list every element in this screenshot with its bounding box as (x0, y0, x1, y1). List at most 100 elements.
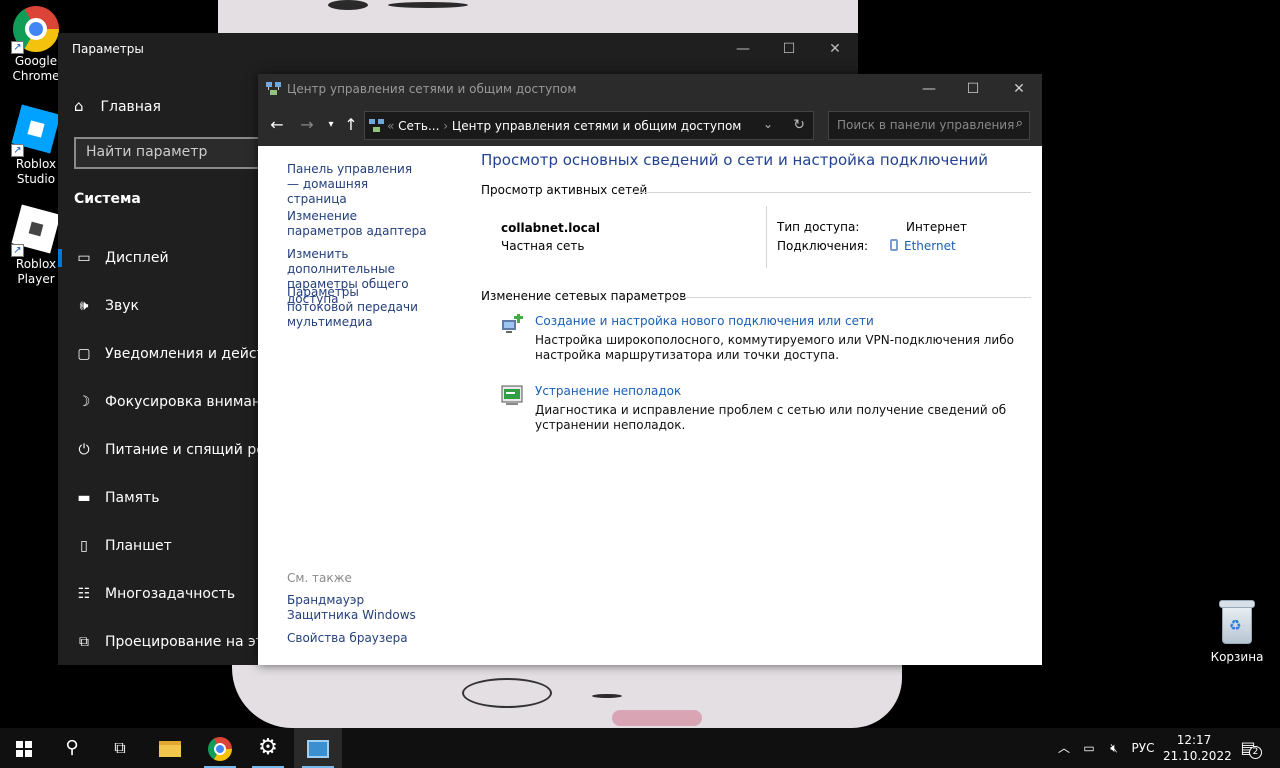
control-panel-search-input[interactable]: Поиск в панели управления ⌕ (828, 111, 1030, 140)
maximize-button[interactable]: ☐ (766, 33, 812, 65)
shortcut-arrow-icon: ↗ (11, 244, 24, 257)
wallpaper-fragment-top (218, 0, 858, 34)
network-type: Частная сеть (501, 239, 585, 253)
link-change-adapter-settings[interactable]: Изменение параметров адаптера (287, 209, 427, 239)
recycle-bin-label: Корзина (1210, 650, 1264, 664)
taskbar-file-explorer[interactable] (146, 728, 194, 768)
recycle-bin-icon: ♻ (1219, 600, 1255, 644)
control-panel-search-placeholder: Поиск в панели управления (837, 118, 1015, 132)
show-hidden-icons-button[interactable]: ︿ (1054, 728, 1074, 768)
search-icon: ⌕ (1015, 116, 1023, 131)
nav-item-multitasking[interactable]: ☷ Многозадачность (58, 574, 278, 614)
section-divider (666, 297, 1031, 298)
taskbar: ⚲ ⧉ ⚙ ︿ ▭ 🔇︎ РУС 12:17 21.10.2022 ▤ 2 (0, 728, 1280, 768)
desktop-icon-label: Google Chrome (12, 54, 60, 83)
link-media-streaming-options[interactable]: Параметры потоковой передачи мультимедиа (287, 285, 427, 330)
projecting-icon: ⧉ (79, 634, 89, 650)
breadcrumb-current[interactable]: Центр управления сетями и общим доступом (452, 119, 741, 133)
settings-titlebar[interactable]: Параметры — ☐ ✕ (58, 33, 858, 65)
gear-icon: ⚙ (258, 735, 278, 760)
maximize-button[interactable]: ☐ (950, 74, 996, 105)
taskbar-chrome[interactable] (196, 728, 244, 768)
nav-item-sound[interactable]: 🕪 Звук (58, 286, 278, 326)
volume-muted-icon: 🔇︎ (1110, 741, 1118, 755)
nav-item-tablet[interactable]: ▯ Планшет (58, 526, 278, 566)
volume-tray-button[interactable]: 🔇︎ (1102, 728, 1126, 768)
back-arrow-icon[interactable]: ← (266, 114, 288, 136)
nav-item-display[interactable]: ▭ Дисплей (58, 238, 278, 278)
windows-logo-icon (16, 740, 32, 757)
settings-home-link[interactable]: ⌂ Главная (74, 97, 161, 115)
access-type-label: Тип доступа: (777, 220, 860, 234)
notifications-icon: ▢ (77, 346, 91, 362)
tablet-icon: ▯ (80, 538, 88, 554)
ethernet-connection-label: Ethernet (904, 239, 956, 253)
settings-search-placeholder: Найти параметр (86, 144, 208, 160)
breadcrumb-separator-icon: › (443, 119, 449, 133)
ethernet-connection-link[interactable]: Ethernet (890, 239, 956, 253)
multitasking-icon: ☷ (77, 586, 91, 602)
close-button[interactable]: ✕ (812, 33, 858, 65)
close-button[interactable]: ✕ (996, 74, 1042, 105)
setup-new-connection-description: Настройка широкополосного, коммутируемог… (535, 333, 1014, 362)
notification-count-badge: 2 (1249, 746, 1262, 759)
address-bar[interactable]: « Сеть... › Центр управления сетями и об… (364, 111, 814, 140)
search-button[interactable]: ⚲ (48, 728, 96, 768)
settings-section-title: Система (74, 191, 141, 207)
search-icon: ⚲ (65, 737, 79, 758)
network-center-icon (369, 119, 384, 132)
forward-arrow-icon[interactable]: → (296, 114, 318, 136)
shortcut-arrow-icon: ↗ (11, 41, 24, 54)
settings-home-label: Главная (100, 99, 161, 115)
nav-item-label: Память (105, 490, 160, 506)
breadcrumb-overflow-icon[interactable]: « (387, 119, 394, 133)
wallpaper-fragment-bottom (232, 664, 902, 728)
task-view-icon: ⧉ (114, 738, 126, 757)
network-tray-button[interactable]: ▭ (1078, 728, 1100, 768)
language-indicator[interactable]: РУС (1128, 728, 1158, 768)
link-troubleshoot-problems[interactable]: Устранение неполадок (535, 384, 681, 398)
nav-item-label: Дисплей (105, 250, 169, 266)
minimize-button[interactable]: — (906, 74, 952, 105)
breadcrumb-root[interactable]: Сеть... (398, 119, 439, 133)
nav-item-storage[interactable]: ▬ Память (58, 478, 278, 518)
nav-item-power[interactable]: ⏻ Питание и спящий режим (58, 430, 297, 470)
start-button[interactable] (0, 728, 48, 768)
refresh-icon[interactable]: ↻ (793, 117, 805, 133)
link-control-panel-home[interactable]: Панель управления — домашняя страница (287, 162, 427, 207)
recent-locations-chevron-icon[interactable]: ▾ (320, 114, 342, 136)
nav-item-label: Фокусировка внимания (105, 394, 279, 410)
page-title: Просмотр основных сведений о сети и наст… (481, 151, 988, 169)
folder-icon (159, 740, 181, 757)
new-connection-icon (502, 314, 523, 333)
network-disconnected-icon: ▭ (1083, 741, 1095, 755)
clock-time: 12:17 (1176, 733, 1212, 747)
address-dropdown-chevron-icon[interactable]: ⌄ (763, 117, 773, 131)
up-arrow-icon[interactable]: ↑ (340, 114, 362, 136)
minimize-button[interactable]: — (720, 33, 766, 65)
clock[interactable]: 12:17 21.10.2022 (1163, 732, 1232, 764)
network-center-icon (266, 82, 281, 95)
display-icon: ▭ (77, 250, 91, 266)
control-panel-icon (307, 739, 329, 758)
taskbar-settings[interactable]: ⚙ (244, 728, 292, 768)
network-center-titlebar[interactable]: Центр управления сетями и общим доступом… (258, 74, 1042, 105)
see-also-title: См. также (287, 571, 352, 585)
desktop-icon-label: Roblox Player (15, 257, 57, 286)
link-windows-firewall[interactable]: Брандмауэр Защитника Windows (287, 593, 427, 623)
link-internet-options[interactable]: Свойства браузера (287, 631, 427, 646)
troubleshoot-icon (501, 385, 523, 405)
access-type-value: Интернет (906, 220, 968, 234)
nav-item-focus-assist[interactable]: ☽ Фокусировка внимания (58, 382, 279, 422)
desktop-icon-recycle-bin[interactable]: ♻ Корзина (1203, 600, 1271, 664)
taskbar-control-panel[interactable] (294, 728, 342, 768)
focus-assist-icon: ☽ (77, 394, 91, 410)
section-divider (631, 192, 1031, 193)
nav-item-notifications[interactable]: ▢ Уведомления и действия (58, 334, 290, 374)
task-view-button[interactable]: ⧉ (96, 728, 144, 768)
home-icon: ⌂ (74, 97, 84, 115)
nav-item-projecting[interactable]: ⧉ Проецирование на этот компьютер (58, 622, 367, 662)
clock-date: 21.10.2022 (1163, 749, 1232, 763)
link-setup-new-connection[interactable]: Создание и настройка нового подключения … (535, 314, 874, 328)
nav-item-label: Планшет (105, 538, 172, 554)
